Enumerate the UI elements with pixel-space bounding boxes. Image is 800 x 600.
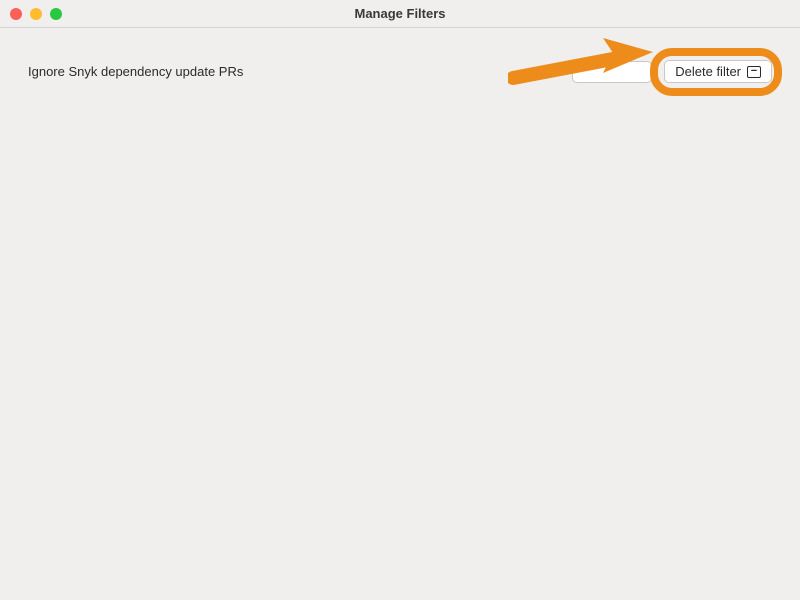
minus-icon: −: [747, 66, 761, 78]
window-title: Manage Filters: [0, 6, 800, 21]
filter-row: Ignore Snyk dependency update PRs Delete…: [0, 28, 800, 115]
traffic-lights: [10, 8, 62, 20]
filter-name-label: Ignore Snyk dependency update PRs: [28, 64, 243, 79]
close-window-button[interactable]: [10, 8, 22, 20]
delete-filter-button[interactable]: Delete filter −: [664, 60, 772, 83]
maximize-window-button[interactable]: [50, 8, 62, 20]
edit-filter-button[interactable]: [572, 61, 652, 83]
filter-actions: Delete filter −: [572, 60, 772, 83]
titlebar: Manage Filters: [0, 0, 800, 28]
minimize-window-button[interactable]: [30, 8, 42, 20]
delete-filter-label: Delete filter: [675, 64, 741, 79]
